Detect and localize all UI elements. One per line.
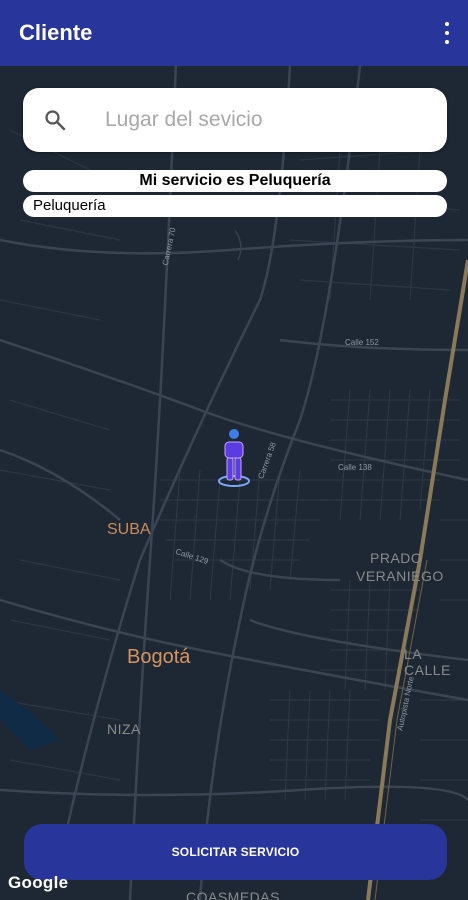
- search-icon: [45, 110, 66, 131]
- request-service-button[interactable]: SOLICITAR SERVICIO: [24, 824, 447, 880]
- search-input[interactable]: [105, 100, 425, 140]
- place-label-prado: PRADO: [370, 550, 423, 566]
- place-label-niza: NIZA: [107, 721, 141, 737]
- street-label-calle-138: Calle 138: [338, 463, 372, 472]
- service-title: Mi servicio es Peluquería: [23, 170, 447, 192]
- place-label-coasmedas: COASMEDAS: [186, 889, 280, 900]
- app-bar: Cliente: [0, 0, 468, 66]
- google-logo: Google: [8, 873, 69, 892]
- person-location-icon[interactable]: [214, 428, 254, 490]
- service-select[interactable]: Peluquería: [23, 195, 447, 217]
- search-box: [23, 88, 447, 152]
- place-label-bogota: Bogotá: [127, 646, 191, 668]
- place-label-la-calle: LA CALLE: [404, 646, 451, 678]
- place-label-suba: SUBA: [107, 521, 151, 538]
- place-label-veraniego: VERANIEGO: [356, 568, 444, 584]
- more-vert-icon[interactable]: [440, 22, 454, 44]
- app-title: Cliente: [19, 20, 93, 45]
- street-label-calle-152: Calle 152: [345, 338, 379, 347]
